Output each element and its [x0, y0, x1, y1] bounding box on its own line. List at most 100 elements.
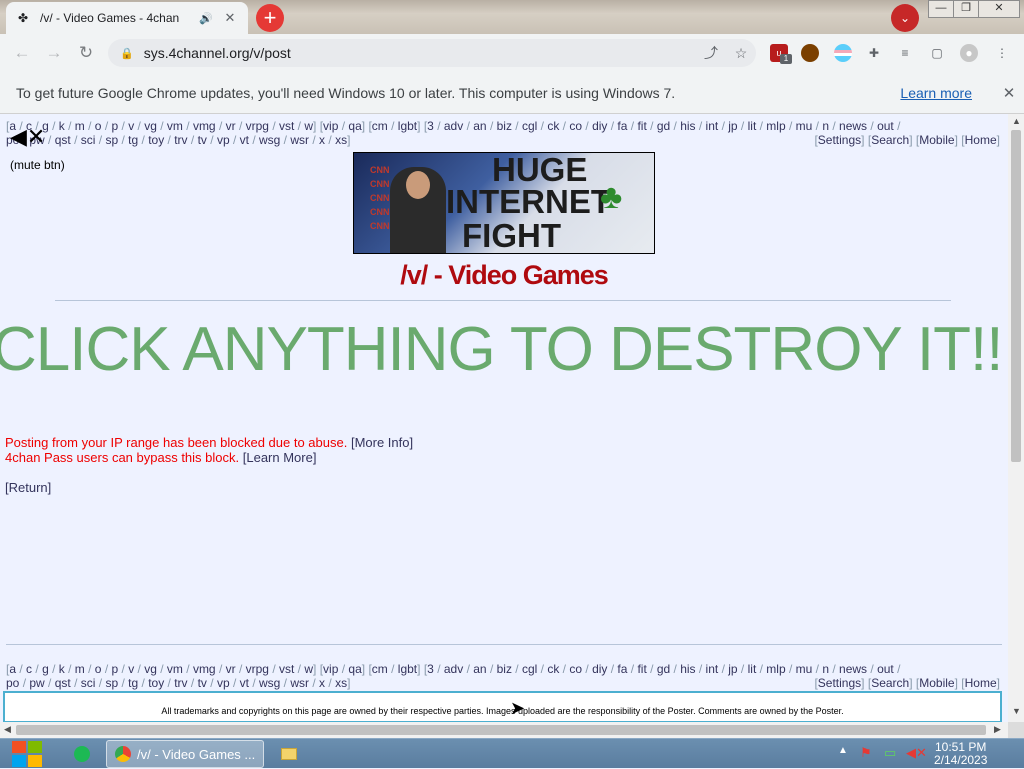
board-link-p[interactable]: p	[112, 662, 119, 676]
board-link-fa[interactable]: fa	[617, 662, 627, 676]
board-link-vt[interactable]: vt	[240, 676, 249, 690]
board-link-vp[interactable]: vp	[217, 133, 230, 147]
board-link-vip[interactable]: vip	[323, 662, 338, 676]
tab-audio-icon[interactable]: 🔊	[198, 12, 214, 25]
puzzle-extensions-icon[interactable]: ✚	[865, 44, 883, 62]
board-link-out[interactable]: out	[877, 662, 894, 676]
board-link-mlp[interactable]: mlp	[766, 119, 785, 133]
board-link-his[interactable]: his	[680, 662, 695, 676]
minimize-button[interactable]: —	[928, 0, 954, 18]
board-link-co[interactable]: co	[569, 119, 582, 133]
return-link[interactable]: [Return]	[5, 480, 51, 495]
vertical-scrollbar[interactable]: ▲ ▼	[1008, 114, 1024, 722]
board-link-vrpg[interactable]: vrpg	[246, 119, 269, 133]
board-link-qa[interactable]: qa	[348, 662, 361, 676]
flag-extension-icon[interactable]	[834, 44, 852, 62]
nav-link-home[interactable]: Home	[965, 133, 997, 147]
board-link-adv[interactable]: adv	[444, 119, 463, 133]
board-link-w[interactable]: w	[304, 662, 313, 676]
volume-muted-tray-icon[interactable]: ◀✕	[906, 745, 927, 761]
board-link-out[interactable]: out	[877, 119, 894, 133]
board-link-pw[interactable]: pw	[29, 676, 44, 690]
tab-close-icon[interactable]: ✕	[222, 10, 238, 26]
nav-link-mobile[interactable]: Mobile	[919, 133, 954, 147]
lock-icon[interactable]: 🔒	[120, 47, 134, 60]
profile-avatar-icon[interactable]: ●	[960, 44, 978, 62]
board-link-n[interactable]: n	[822, 119, 829, 133]
board-link-w[interactable]: w	[304, 119, 313, 133]
spotify-taskbar-button[interactable]	[64, 740, 100, 768]
board-link-an[interactable]: an	[473, 662, 486, 676]
board-link-ck[interactable]: ck	[547, 119, 559, 133]
board-link-biz[interactable]: biz	[497, 119, 512, 133]
board-link-lit[interactable]: lit	[748, 119, 757, 133]
board-link-sci[interactable]: sci	[81, 133, 96, 147]
board-link-xs[interactable]: xs	[335, 133, 347, 147]
start-button[interactable]	[10, 739, 44, 769]
explorer-taskbar-button[interactable]	[272, 740, 306, 768]
board-link-vm[interactable]: vm	[167, 119, 183, 133]
board-link-xs[interactable]: xs	[335, 676, 347, 690]
board-link-his[interactable]: his	[680, 119, 695, 133]
board-link-wsg[interactable]: wsg	[259, 133, 280, 147]
board-link-sp[interactable]: sp	[105, 676, 118, 690]
board-link-tg[interactable]: tg	[128, 133, 138, 147]
horizontal-scroll-thumb[interactable]	[16, 725, 986, 735]
board-link-co[interactable]: co	[569, 662, 582, 676]
maximize-button[interactable]: ❐	[953, 0, 979, 18]
nav-link-home[interactable]: Home	[965, 676, 997, 690]
scroll-right-icon[interactable]: ▶	[994, 724, 1001, 735]
board-link-trv[interactable]: trv	[174, 676, 187, 690]
board-link-mu[interactable]: mu	[796, 662, 813, 676]
board-link-o[interactable]: o	[95, 662, 102, 676]
url-text[interactable]: sys.4channel.org/v/post	[144, 45, 696, 61]
board-link-lgbt[interactable]: lgbt	[398, 662, 417, 676]
board-link-tg[interactable]: tg	[128, 676, 138, 690]
learn-more-pass-link[interactable]: [Learn More]	[243, 450, 317, 465]
board-link-vst[interactable]: vst	[279, 119, 294, 133]
board-link-k[interactable]: k	[59, 662, 65, 676]
nav-link-mobile[interactable]: Mobile	[919, 676, 954, 690]
browser-tab[interactable]: ✤ /v/ - Video Games - 4chan 🔊 ✕	[6, 2, 248, 34]
board-link-m[interactable]: m	[75, 662, 85, 676]
banner-image[interactable]: CNN CNN CNN CNN CNN HUGE INTERNET FIGHT ♣	[353, 152, 655, 254]
tab-search-button[interactable]: ⌄	[891, 4, 919, 32]
board-link-diy[interactable]: diy	[592, 119, 607, 133]
board-link-3[interactable]: 3	[427, 119, 434, 133]
chrome-taskbar-button[interactable]: /v/ - Video Games ...	[106, 740, 264, 768]
network-tray-icon[interactable]: ▭	[884, 745, 896, 761]
board-link-lit[interactable]: lit	[748, 662, 757, 676]
board-link-wsr[interactable]: wsr	[290, 676, 309, 690]
board-link-vm[interactable]: vm	[167, 662, 183, 676]
board-link-mu[interactable]: mu	[796, 119, 813, 133]
board-link-news[interactable]: news	[839, 662, 867, 676]
scroll-down-icon[interactable]: ▼	[1012, 706, 1021, 716]
board-link-3[interactable]: 3	[427, 662, 434, 676]
board-link-n[interactable]: n	[822, 662, 829, 676]
board-link-biz[interactable]: biz	[497, 662, 512, 676]
board-link-gd[interactable]: gd	[657, 662, 670, 676]
board-link-fit[interactable]: fit	[637, 119, 646, 133]
window-close-button[interactable]: ✕	[978, 0, 1020, 18]
board-link-v[interactable]: v	[128, 662, 134, 676]
board-link-vp[interactable]: vp	[217, 676, 230, 690]
board-link-x[interactable]: x	[319, 133, 325, 147]
board-link-an[interactable]: an	[473, 119, 486, 133]
board-link-po[interactable]: po	[6, 676, 19, 690]
nav-link-settings[interactable]: Settings	[818, 133, 861, 147]
board-link-p[interactable]: p	[112, 119, 119, 133]
board-link-adv[interactable]: adv	[444, 662, 463, 676]
board-link-v[interactable]: v	[128, 119, 134, 133]
board-link-int[interactable]: int	[706, 119, 719, 133]
scroll-up-icon[interactable]: ▲	[1012, 116, 1021, 126]
board-link-x[interactable]: x	[319, 676, 325, 690]
taskbar-clock[interactable]: 10:51 PM 2/14/2023	[934, 741, 987, 767]
board-link-toy[interactable]: toy	[148, 676, 164, 690]
board-link-vg[interactable]: vg	[144, 119, 157, 133]
board-link-vmg[interactable]: vmg	[193, 662, 216, 676]
board-link-int[interactable]: int	[706, 662, 719, 676]
board-link-vip[interactable]: vip	[323, 119, 338, 133]
avatar-extension-icon[interactable]	[801, 44, 819, 62]
board-link-vrpg[interactable]: vrpg	[246, 662, 269, 676]
board-link-k[interactable]: k	[59, 119, 65, 133]
